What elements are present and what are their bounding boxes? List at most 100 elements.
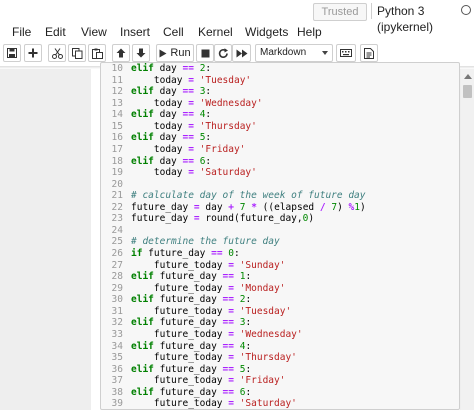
code-line[interactable]: 39 future_today = 'Saturday' <box>101 398 459 410</box>
code-text: elif day == 4: <box>131 109 212 121</box>
insert-cell-button[interactable] <box>24 44 42 62</box>
code-line[interactable]: 24 <box>101 225 459 237</box>
restart-button[interactable] <box>214 44 232 62</box>
code-line[interactable]: 23 future_day = round(future_day,0) <box>101 213 459 225</box>
run-button[interactable]: Run <box>156 44 194 62</box>
line-number: 34 <box>111 340 123 352</box>
code-text: future_day = round(future_day,0) <box>131 213 315 225</box>
interrupt-button[interactable] <box>196 44 214 62</box>
menu-view[interactable]: View <box>81 25 107 39</box>
scrollbar[interactable] <box>461 69 474 410</box>
code-text: elif future_day == 3: <box>131 317 252 329</box>
code-text: elif day == 2: <box>131 63 212 74</box>
line-number: 21 <box>111 190 123 202</box>
line-number: 29 <box>111 282 123 294</box>
code-line[interactable]: 28 elif future_day == 1: <box>101 271 459 283</box>
code-line[interactable]: 18 elif day == 6: <box>101 156 459 168</box>
code-line[interactable]: 14 elif day == 4: <box>101 109 459 121</box>
code-text: future_day = day + 7 * ((elapsed / 7) %1… <box>131 201 366 213</box>
cell-type-select[interactable]: Markdown <box>255 44 333 62</box>
code-text: future_today = 'Saturday' <box>131 398 297 410</box>
line-number: 23 <box>111 213 123 225</box>
code-line[interactable]: 17 today = 'Friday' <box>101 144 459 156</box>
scroll-thumb[interactable] <box>463 85 472 98</box>
code-text: elif day == 5: <box>131 132 212 144</box>
code-line[interactable]: 22 future_day = day + 7 * ((elapsed / 7) … <box>101 202 459 214</box>
move-up-button[interactable] <box>112 44 130 62</box>
code-line[interactable]: 30 elif future_day == 2: <box>101 294 459 306</box>
chevron-down-icon <box>322 51 328 55</box>
code-line[interactable]: 38 elif future_day == 6: <box>101 387 459 399</box>
line-number: 38 <box>111 386 123 398</box>
menu-widgets[interactable]: Widgets <box>245 25 288 39</box>
code-text: future_today = 'Friday' <box>131 375 286 387</box>
scroll-up-icon[interactable] <box>464 74 472 79</box>
line-number: 28 <box>111 271 123 283</box>
menu-edit[interactable]: Edit <box>45 25 66 39</box>
code-line[interactable]: 29 future_today = 'Monday' <box>101 283 459 295</box>
line-number: 13 <box>111 97 123 109</box>
code-line[interactable]: 32 elif future_day == 3: <box>101 317 459 329</box>
code-line[interactable]: 21 # calculate day of the week of future … <box>101 190 459 202</box>
code-line[interactable]: 35 future_today = 'Thursday' <box>101 352 459 364</box>
menu-cell[interactable]: Cell <box>163 25 184 39</box>
code-line[interactable]: 10 elif day == 2: <box>101 63 459 75</box>
code-text: today = 'Tuesday' <box>131 74 252 86</box>
menu-insert[interactable]: Insert <box>120 25 150 39</box>
code-text: today = 'Friday' <box>131 143 246 155</box>
line-number: 30 <box>111 294 123 306</box>
code-line[interactable]: 13 today = 'Wednesday' <box>101 98 459 110</box>
code-line[interactable]: 25 # determine the future day <box>101 236 459 248</box>
cut-button[interactable] <box>48 44 66 62</box>
line-number: 33 <box>111 328 123 340</box>
line-number: 14 <box>111 109 123 121</box>
line-number: 18 <box>111 155 123 167</box>
code-line[interactable]: 36 elif future_day == 5: <box>101 364 459 376</box>
line-number: 27 <box>111 259 123 271</box>
code-line[interactable]: 12 elif day == 3: <box>101 86 459 98</box>
line-number: 25 <box>111 236 123 248</box>
code-line[interactable]: 15 today = 'Thursday' <box>101 121 459 133</box>
code-line[interactable]: 26 if future_day == 0: <box>101 248 459 260</box>
line-number: 32 <box>111 317 123 329</box>
code-line[interactable]: 27 future_today = 'Sunday' <box>101 260 459 272</box>
open-command-palette-button[interactable] <box>360 44 378 62</box>
code-line[interactable]: 33 future_today = 'Wednesday' <box>101 329 459 341</box>
copy-icon <box>71 47 82 59</box>
code-text: today = 'Saturday' <box>131 167 257 179</box>
code-line[interactable]: 31 future_today = 'Tuesday' <box>101 306 459 318</box>
menubar: File Edit View Insert Cell Kernel Widget… <box>0 22 474 42</box>
line-number: 37 <box>111 375 123 387</box>
command-palette-button[interactable] <box>336 44 356 62</box>
menu-help[interactable]: Help <box>297 25 322 39</box>
line-number: 11 <box>111 74 123 86</box>
line-number: 19 <box>111 167 123 179</box>
save-button[interactable] <box>3 44 21 62</box>
paste-button[interactable] <box>88 44 106 62</box>
menu-kernel[interactable]: Kernel <box>198 25 233 39</box>
code-cell[interactable]: 10 elif day == 2: 11 today = 'Tuesday' 12 el… <box>100 62 460 410</box>
kernel-idle-icon <box>461 5 471 15</box>
add-icon <box>28 48 38 58</box>
copy-button[interactable] <box>68 44 86 62</box>
code-text: today = 'Thursday' <box>131 120 257 132</box>
code-line[interactable]: 16 elif day == 5: <box>101 132 459 144</box>
code-line[interactable]: 20 <box>101 179 459 191</box>
code-text: elif future_day == 5: <box>131 363 252 375</box>
code-line[interactable]: 11 today = 'Tuesday' <box>101 75 459 87</box>
code-text: future_today = 'Wednesday' <box>131 328 303 340</box>
code-editor[interactable]: 10 elif day == 2: 11 today = 'Tuesday' 12 el… <box>101 63 459 410</box>
line-number: 22 <box>111 201 123 213</box>
line-number: 12 <box>111 86 123 98</box>
code-line[interactable]: 34 elif future_day == 4: <box>101 341 459 353</box>
restart-run-all-button[interactable] <box>232 44 251 62</box>
menu-file[interactable]: File <box>12 25 31 39</box>
code-line[interactable]: 37 future_today = 'Friday' <box>101 375 459 387</box>
trusted-indicator[interactable]: Trusted <box>313 3 367 21</box>
code-text: if future_day == 0: <box>131 248 240 259</box>
move-down-button[interactable] <box>132 44 150 62</box>
restart-icon <box>218 47 228 58</box>
code-text: # determine the future day <box>131 236 280 248</box>
code-text: elif day == 6: <box>131 155 212 167</box>
code-line[interactable]: 19 today = 'Saturday' <box>101 167 459 179</box>
